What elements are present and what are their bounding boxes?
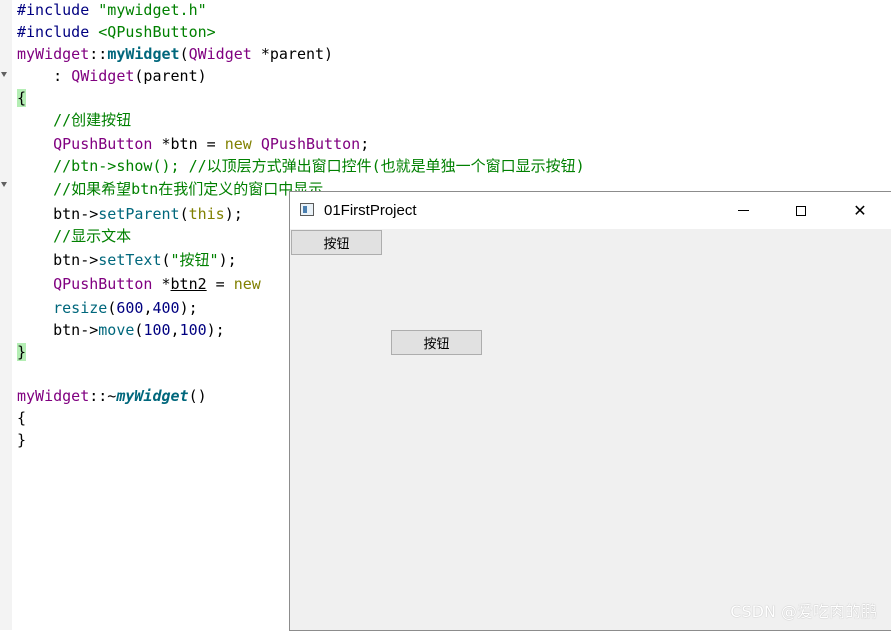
code-token: setText xyxy=(98,251,162,269)
code-token: *parent) xyxy=(251,45,334,63)
code-line: btn->move(100,100); xyxy=(17,320,225,340)
code-line: btn->setText("按钮"); xyxy=(17,250,237,270)
code-token: 100 xyxy=(179,321,207,339)
code-token: = xyxy=(206,275,234,293)
push-button-1[interactable]: 按钮 xyxy=(291,230,382,255)
editor-gutter xyxy=(0,0,12,630)
code-token: *btn = xyxy=(152,135,225,153)
code-line: { xyxy=(17,408,26,428)
app-window[interactable]: 01FirstProject ✕ 按钮 按钮 xyxy=(289,191,891,631)
code-token: () xyxy=(188,387,207,405)
code-token: //如果希望btn在我们定义的窗口中显示 xyxy=(17,180,324,198)
code-line: //显示文本 xyxy=(17,226,131,246)
code-token: * xyxy=(152,275,171,293)
code-token: btn2 xyxy=(170,275,207,293)
code-token: //btn->show(); //以顶层方式弹出窗口控件(也就是单独一个窗口显示… xyxy=(17,157,585,175)
code-token: ( xyxy=(179,205,189,223)
code-token: "mywidget.h" xyxy=(98,1,207,19)
code-line: resize(600,400); xyxy=(17,298,198,318)
code-line: { xyxy=(17,88,27,108)
code-token: QWidget xyxy=(188,45,252,63)
code-token: QWidget xyxy=(71,67,135,85)
push-button-2[interactable]: 按钮 xyxy=(391,330,482,355)
code-token: btn-> xyxy=(17,251,99,269)
code-token: btn-> xyxy=(17,205,99,223)
code-token: //创建按钮 xyxy=(17,111,132,129)
code-token: : xyxy=(17,67,72,85)
code-token: move xyxy=(98,321,135,339)
code-token: ::~ xyxy=(89,387,117,405)
code-token: myWidget xyxy=(116,387,189,405)
code-line: : QWidget(parent) xyxy=(17,66,207,86)
code-token: QPushButton xyxy=(53,135,153,153)
code-token: 400 xyxy=(152,299,180,317)
code-line: #include "mywidget.h" xyxy=(17,0,207,20)
code-token: new xyxy=(224,135,252,153)
code-token: { xyxy=(17,409,27,427)
code-token: new xyxy=(233,275,261,293)
maximize-button[interactable] xyxy=(772,192,830,229)
window-title: 01FirstProject xyxy=(324,202,417,219)
code-token: { xyxy=(17,89,27,107)
code-line: } xyxy=(17,430,26,450)
code-token: #include xyxy=(17,1,99,19)
code-token: this xyxy=(188,205,225,223)
code-token: btn-> xyxy=(17,321,99,339)
code-token: ( xyxy=(107,299,117,317)
code-token: 100 xyxy=(143,321,171,339)
fold-marker-icon[interactable] xyxy=(1,182,7,187)
code-line: } xyxy=(17,342,27,362)
csdn-watermark: CSDN @爱吃肉的鹏 xyxy=(730,602,877,621)
code-token: QPushButton xyxy=(53,275,153,293)
code-token: } xyxy=(17,343,27,361)
code-token: setParent xyxy=(98,205,180,223)
code-token: (parent) xyxy=(134,67,207,85)
code-token: ); xyxy=(224,205,243,223)
code-line: btn->setParent(this); xyxy=(17,204,243,224)
code-line: myWidget::~myWidget() xyxy=(17,386,207,406)
code-line: QPushButton *btn2 = new xyxy=(17,274,261,294)
code-token: ); xyxy=(206,321,225,339)
code-line: //如果希望btn在我们定义的窗口中显示 xyxy=(17,179,323,199)
code-token: ; xyxy=(360,135,370,153)
code-token: ( xyxy=(179,45,189,63)
maximize-icon xyxy=(796,205,806,216)
code-token: , xyxy=(170,321,180,339)
code-token: ); xyxy=(179,299,198,317)
code-token: myWidget xyxy=(17,387,90,405)
code-token: } xyxy=(17,431,27,449)
code-line: //创建按钮 xyxy=(17,110,131,130)
code-line: #include <QPushButton> xyxy=(17,22,216,42)
code-line: myWidget::myWidget(QWidget *parent) xyxy=(17,44,333,64)
close-icon: ✕ xyxy=(853,201,867,220)
code-token: QPushButton xyxy=(260,135,361,153)
code-token: ); xyxy=(218,251,237,269)
code-token: //显示文本 xyxy=(17,227,132,245)
app-window-icon xyxy=(300,203,314,216)
code-token: myWidget xyxy=(107,45,180,63)
code-token: ( xyxy=(161,251,171,269)
window-titlebar[interactable]: 01FirstProject ✕ xyxy=(290,192,891,229)
minimize-icon xyxy=(737,210,749,211)
fold-marker-icon[interactable] xyxy=(1,72,7,77)
code-token: <QPushButton> xyxy=(98,23,216,41)
code-line: //btn->show(); //以顶层方式弹出窗口控件(也就是单独一个窗口显示… xyxy=(17,156,585,176)
code-token: myWidget xyxy=(17,45,90,63)
code-token: "按钮" xyxy=(170,251,219,269)
code-token: :: xyxy=(89,45,108,63)
code-line: QPushButton *btn = new QPushButton; xyxy=(17,134,369,154)
code-token: #include xyxy=(17,23,99,41)
code-token: resize xyxy=(53,299,108,317)
minimize-button[interactable] xyxy=(714,192,772,229)
code-token: 600 xyxy=(116,299,144,317)
close-button[interactable]: ✕ xyxy=(831,192,889,229)
